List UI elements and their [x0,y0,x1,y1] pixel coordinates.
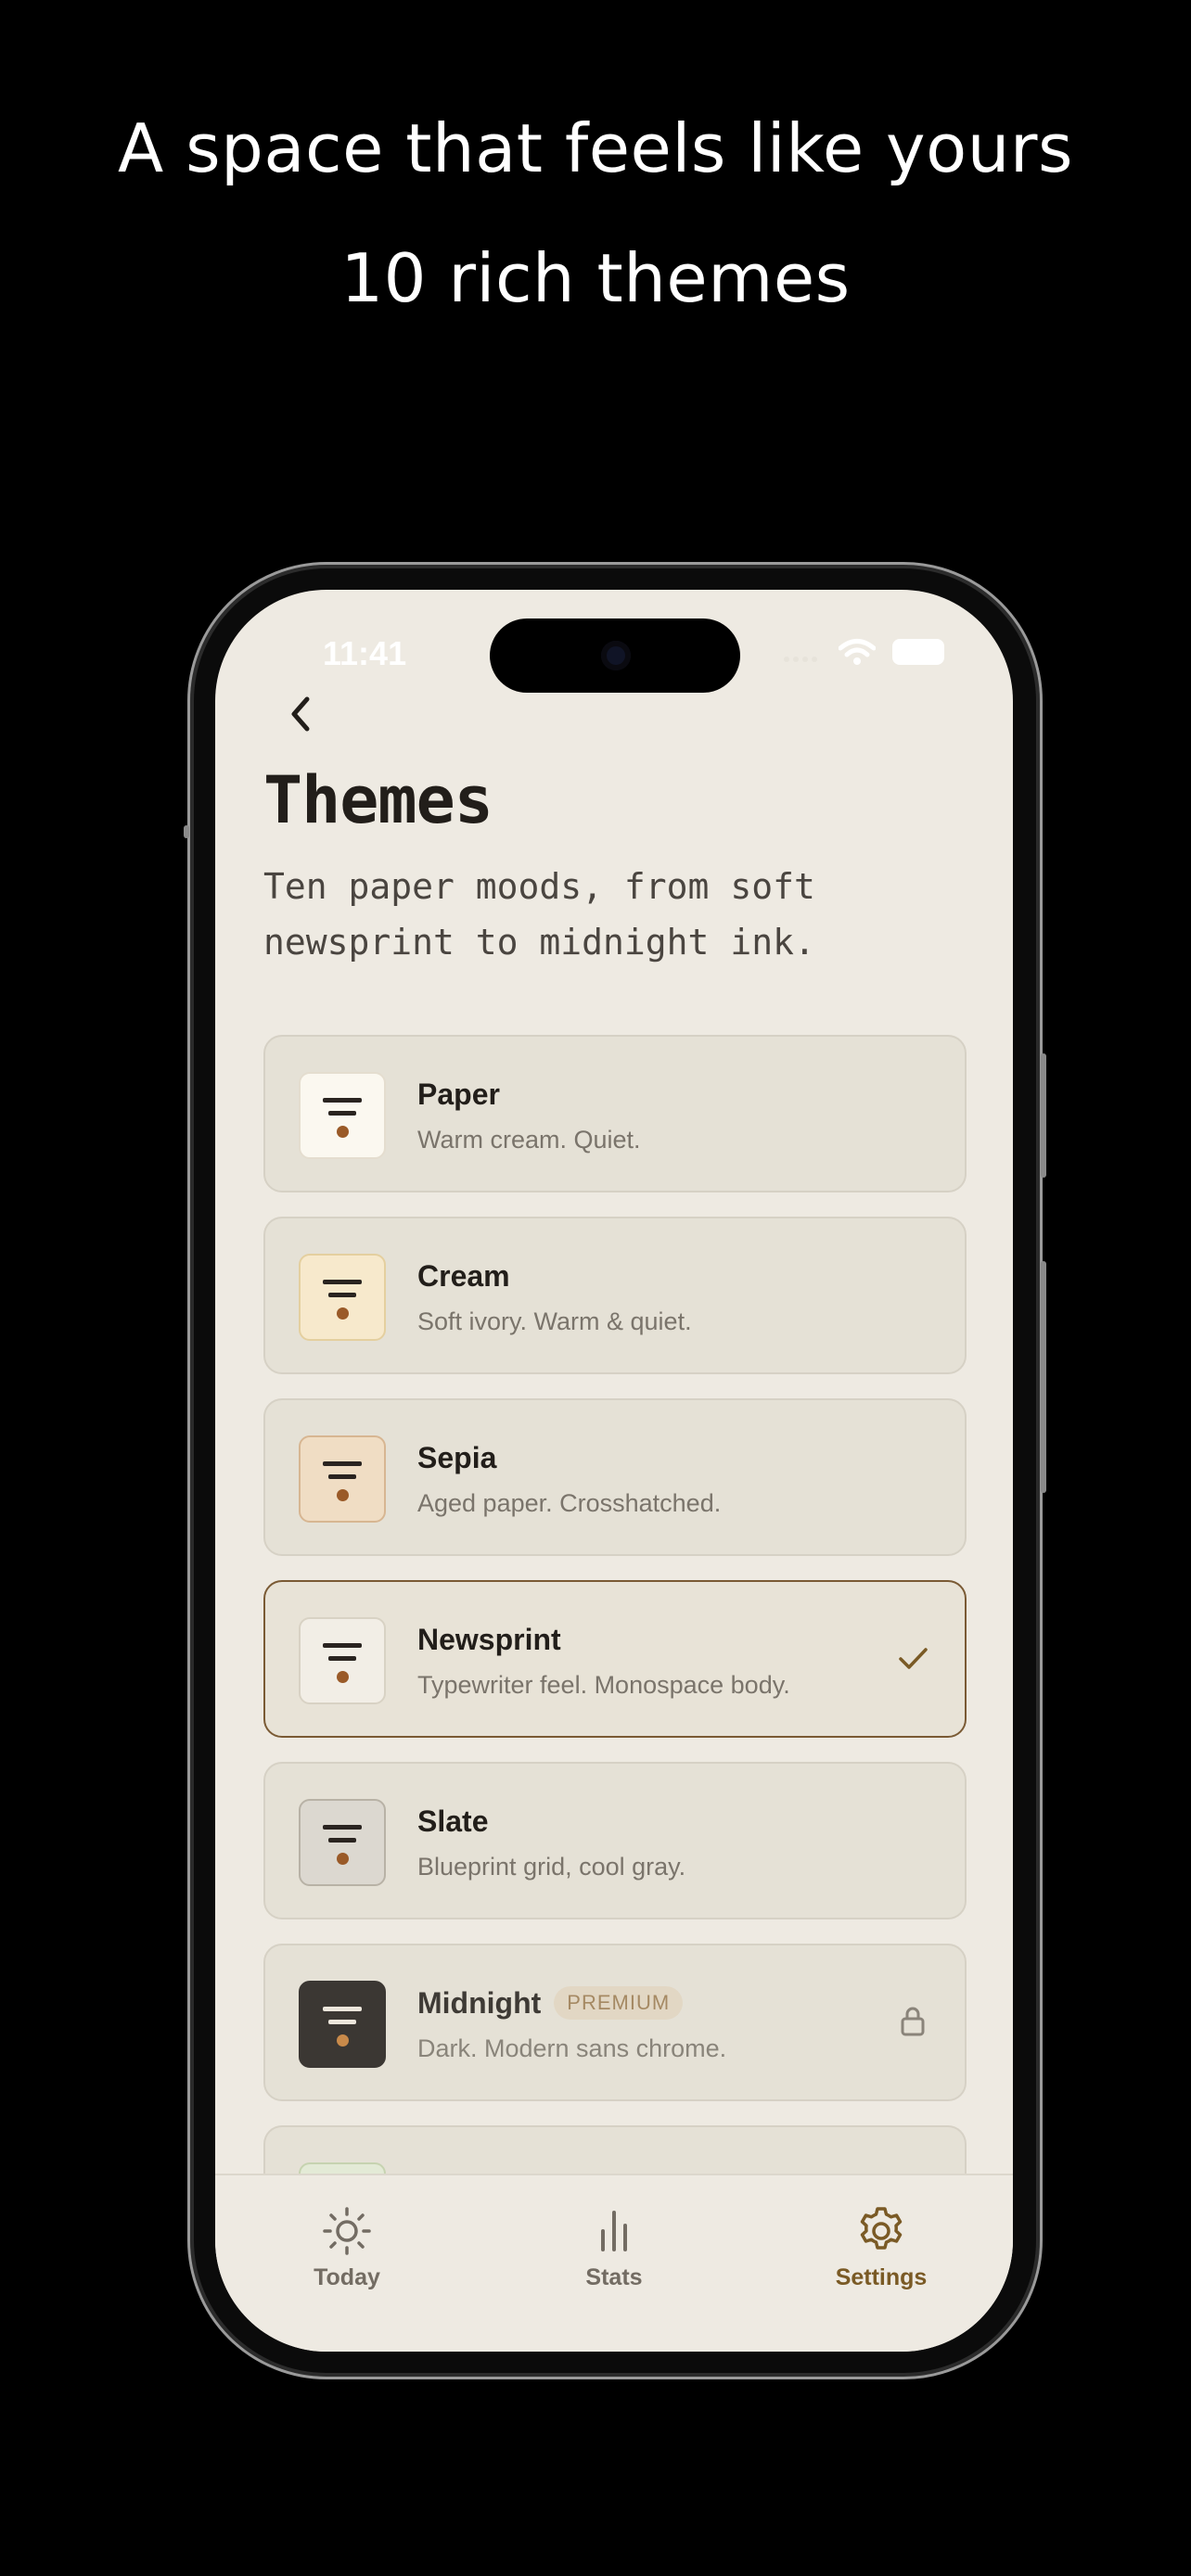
theme-name: Sepia [417,1441,497,1474]
phone-screen: 11:41 Themes Ten paper moods, from soft … [215,590,1013,2352]
volume-button [184,825,189,838]
promo-subheadline: 10 rich themes [340,239,851,317]
dynamic-island [490,618,740,693]
theme-description: Blueprint grid, cool gray. [417,1853,686,1881]
gear-icon [860,2207,903,2250]
theme-name: Paper [417,1078,500,1111]
power-button [1041,1053,1046,1178]
chevron-left-icon [291,696,310,732]
page-subtitle: Ten paper moods, from soft newsprint to … [263,866,815,963]
tab-stats[interactable]: Stats [521,2203,707,2291]
theme-name: Newsprint [417,1623,561,1656]
back-button[interactable] [273,686,328,742]
status-time: 11:41 [323,634,407,672]
theme-swatch [299,1799,386,1886]
page-title: Themes [263,762,493,838]
theme-swatch [299,1072,386,1159]
theme-name: Midnight PREMIUM [417,1985,684,2022]
theme-name: Cream [417,1259,510,1293]
theme-card-cream[interactable]: Cream Soft ivory. Warm & quiet. [263,1217,967,1374]
premium-badge: PREMIUM [554,1985,684,2020]
status-icons [781,638,944,666]
lock-icon [901,2007,925,2036]
sun-icon [323,2207,371,2255]
theme-description: Soft ivory. Warm & quiet. [417,1307,692,1335]
theme-swatch [299,1617,386,1704]
theme-name: Slate [417,1804,489,1838]
theme-description: Typewriter feel. Monospace body. [417,1671,790,1699]
battery-icon [892,639,944,665]
promo-headline: A space that feels like yours [118,109,1073,187]
theme-swatch [299,1254,386,1341]
theme-swatch [299,1435,386,1523]
camera-icon [601,641,631,670]
theme-swatch [299,1981,386,2068]
tab-label: Settings [835,2264,928,2290]
theme-description: Warm cream. Quiet. [417,1126,641,1154]
theme-list: Paper Warm cream. Quiet. Cream Soft ivor… [263,1035,967,2205]
theme-card-sepia[interactable]: Sepia Aged paper. Crosshatched. [263,1398,967,1556]
theme-description: Dark. Modern sans chrome. [417,2034,727,2062]
side-button [1041,1261,1046,1493]
tab-settings[interactable]: Settings [788,2203,974,2291]
tab-today[interactable]: Today [254,2203,440,2291]
theme-card-midnight[interactable]: Midnight PREMIUM Dark. Modern sans chrome… [263,1944,967,2101]
bar-chart-icon [601,2211,627,2251]
tab-label: Today [314,2264,380,2290]
theme-card-newsprint[interactable]: Newsprint Typewriter feel. Monospace bod… [263,1580,967,1738]
theme-card-slate[interactable]: Slate Blueprint grid, cool gray. [263,1762,967,1919]
signal-icon [784,657,817,662]
theme-name-text: Midnight [417,1986,542,2020]
checkmark-icon [899,1648,928,1669]
theme-card-partial[interactable] [263,2125,967,2200]
tab-label: Stats [585,2264,643,2290]
theme-description: Aged paper. Crosshatched. [417,1489,722,1517]
theme-card-paper[interactable]: Paper Warm cream. Quiet. [263,1035,967,1192]
wifi-icon [839,639,876,665]
